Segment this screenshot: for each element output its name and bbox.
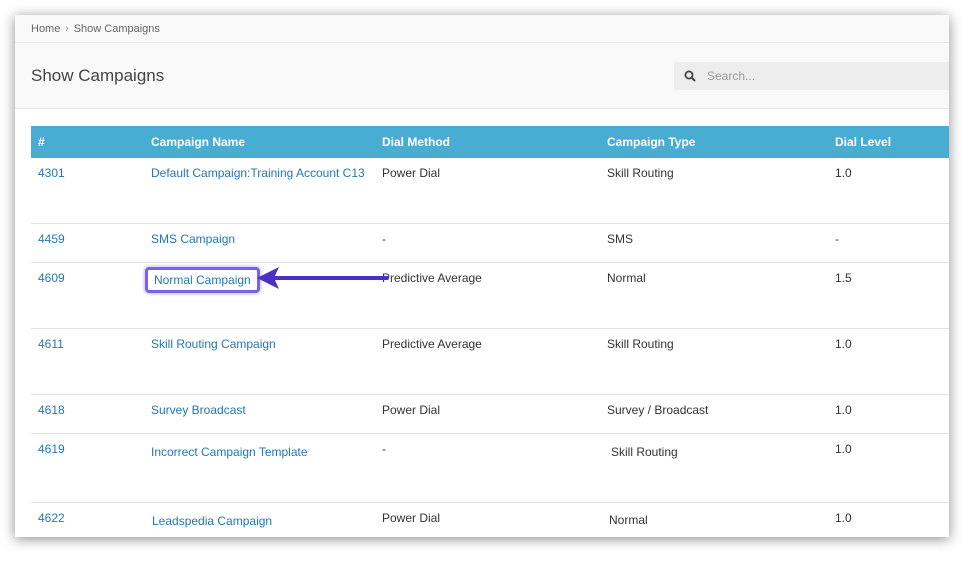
dial-level-cell: - xyxy=(828,223,949,263)
table-row: 4622 Leadspedia Campaign Power Dial Norm… xyxy=(31,503,949,538)
table-row: 4301 Default Campaign:Training Account C… xyxy=(31,158,949,224)
dial-level-cell: 1.0 xyxy=(835,511,852,525)
highlight-box: Normal Campaign xyxy=(145,267,260,293)
campaign-name-link[interactable]: Leadspedia Campaign xyxy=(152,514,272,528)
campaign-type-cell: Normal xyxy=(600,262,828,329)
campaign-id-link[interactable]: 4611 xyxy=(38,337,64,351)
campaign-type-cell: Survey / Broadcast xyxy=(600,394,828,434)
column-header-campaign-name[interactable]: Campaign Name xyxy=(144,126,375,158)
dial-method-cell: Predictive Average xyxy=(375,328,600,395)
dial-method-cell: Power Dial xyxy=(375,158,600,224)
dial-method-cell: Power Dial xyxy=(375,394,600,434)
breadcrumb-current: Show Campaigns xyxy=(73,22,160,35)
campaign-type-cell: Skill Routing xyxy=(600,158,828,224)
dial-level-cell: 1.0 xyxy=(828,158,949,224)
campaign-name-link[interactable]: Normal Campaign xyxy=(154,273,251,287)
dial-method-cell: - xyxy=(375,223,600,263)
table-row: 4618 Survey Broadcast Power Dial Survey … xyxy=(31,394,949,434)
campaign-id-link[interactable]: 4459 xyxy=(38,232,65,246)
campaign-id-link[interactable]: 4622 xyxy=(38,511,65,525)
search-box[interactable] xyxy=(674,62,949,90)
campaign-type-cell: SMS xyxy=(600,223,828,263)
table-row: 4459 SMS Campaign - SMS - xyxy=(31,223,949,263)
breadcrumb: Home › Show Campaigns xyxy=(15,15,949,43)
campaign-name-link[interactable]: SMS Campaign xyxy=(151,232,235,246)
page-title: Show Campaigns xyxy=(31,66,165,85)
campaign-type-cell: Skill Routing xyxy=(600,433,828,503)
campaign-name-link[interactable]: Default Campaign:Training Account C13 xyxy=(151,166,365,180)
campaign-type-cell: Normal xyxy=(609,513,648,527)
column-header-id[interactable]: # xyxy=(31,126,144,158)
campaign-type-cell: Skill Routing xyxy=(600,328,828,395)
dial-method-cell: Power Dial xyxy=(382,511,441,525)
search-icon xyxy=(684,70,696,82)
table-header-row: # Campaign Name Dial Method Campaign Typ… xyxy=(31,126,949,158)
dial-method-cell: - xyxy=(375,433,600,503)
breadcrumb-home-link[interactable]: Home xyxy=(31,23,60,35)
search-input[interactable] xyxy=(705,68,929,84)
dial-level-cell: 1.0 xyxy=(828,433,949,503)
pointer-arrow-icon xyxy=(257,267,389,289)
dial-method-cell: Predictive Average xyxy=(375,262,600,329)
table-row: 4609 Normal Campaign Predictive Average … xyxy=(31,262,949,329)
table-row: 4611 Skill Routing Campaign Predictive A… xyxy=(31,328,949,395)
campaign-name-link[interactable]: Survey Broadcast xyxy=(151,403,246,417)
breadcrumb-separator: › xyxy=(65,23,69,34)
campaign-id-link[interactable]: 4301 xyxy=(38,166,65,180)
dial-level-cell: 1.0 xyxy=(828,394,949,434)
page-header: Show Campaigns xyxy=(15,44,949,109)
app-window: Home › Show Campaigns Show Campaigns # C… xyxy=(15,15,949,537)
campaign-id-link[interactable]: 4619 xyxy=(38,442,65,456)
campaign-id-link[interactable]: 4609 xyxy=(38,271,65,285)
column-header-dial-method[interactable]: Dial Method xyxy=(375,126,600,158)
dial-level-cell: 1.0 xyxy=(828,328,949,395)
dial-level-cell: 1.5 xyxy=(828,262,949,329)
column-header-dial-level[interactable]: Dial Level xyxy=(828,126,949,158)
campaigns-table: # Campaign Name Dial Method Campaign Typ… xyxy=(31,126,949,537)
campaign-id-link[interactable]: 4618 xyxy=(38,403,65,417)
campaign-name-link[interactable]: Incorrect Campaign Template xyxy=(151,445,308,459)
column-header-campaign-type[interactable]: Campaign Type xyxy=(600,126,828,158)
campaign-name-link[interactable]: Skill Routing Campaign xyxy=(151,337,276,351)
table-row: 4619 Incorrect Campaign Template - Skill… xyxy=(31,433,949,503)
